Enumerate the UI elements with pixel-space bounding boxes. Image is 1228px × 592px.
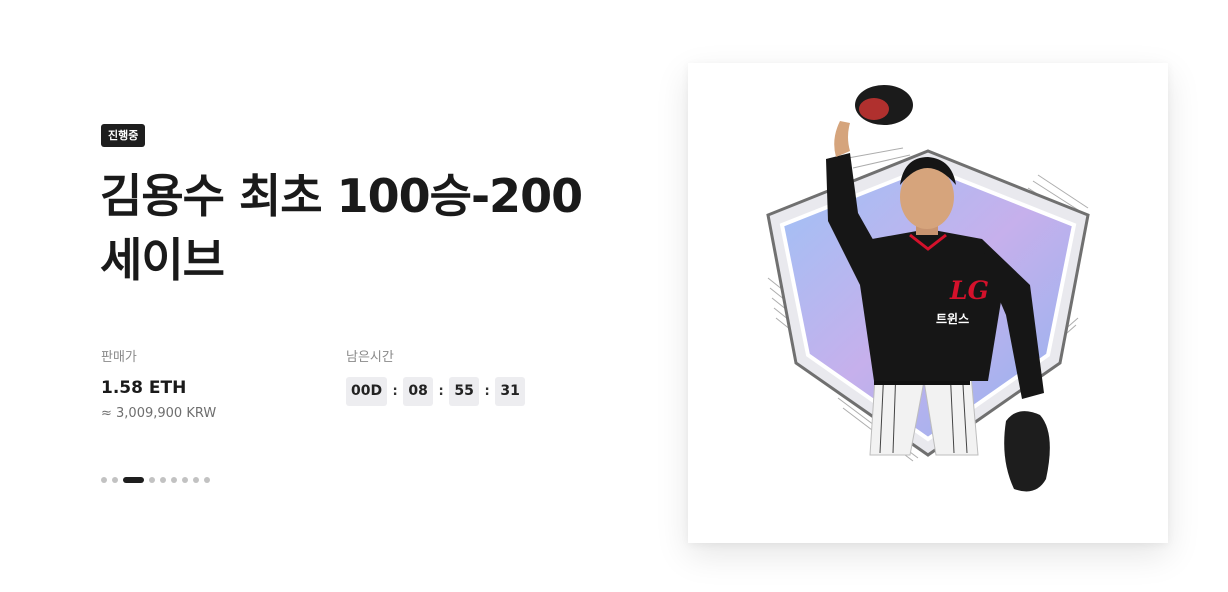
pagination-dot[interactable] xyxy=(171,477,177,483)
pagination-dot[interactable] xyxy=(193,477,199,483)
countdown-seconds: 31 xyxy=(495,377,526,406)
countdown-days: 00D xyxy=(346,377,388,406)
page-title: 김용수 최초 100승-200 세이브 xyxy=(100,164,620,292)
pagination-dot[interactable] xyxy=(101,477,107,483)
price-krw: ≈ 3,009,900 KRW xyxy=(101,406,217,421)
status-badge: 진행중 xyxy=(101,124,146,147)
pagination-dot[interactable] xyxy=(112,477,118,483)
carousel-pagination xyxy=(101,477,215,483)
pagination-dot-active[interactable] xyxy=(123,477,144,483)
title-line-2: 세이브 xyxy=(100,233,225,287)
title-line-1: 김용수 최초 100승-200 xyxy=(100,169,583,223)
price-value: 1.58 ETH xyxy=(101,378,187,398)
countdown-minutes: 55 xyxy=(449,377,480,406)
countdown-timer: 00D : 08 : 55 : 31 xyxy=(346,377,526,406)
pagination-dot[interactable] xyxy=(149,477,155,483)
countdown-separator: : xyxy=(484,384,490,399)
countdown-separator: : xyxy=(392,384,398,399)
baseball-player-card-image: LG 트윈스 xyxy=(766,85,1090,492)
countdown-separator: : xyxy=(438,384,444,399)
pagination-dot[interactable] xyxy=(204,477,210,483)
countdown-hours: 08 xyxy=(403,377,434,406)
jersey-text: 트윈스 xyxy=(936,312,969,326)
price-label: 판매가 xyxy=(101,350,137,365)
countdown-label: 남은시간 xyxy=(346,350,394,365)
pagination-dot[interactable] xyxy=(160,477,166,483)
jersey-logo: LG xyxy=(949,276,989,305)
nft-card[interactable]: LG 트윈스 xyxy=(688,63,1168,543)
pagination-dot[interactable] xyxy=(182,477,188,483)
